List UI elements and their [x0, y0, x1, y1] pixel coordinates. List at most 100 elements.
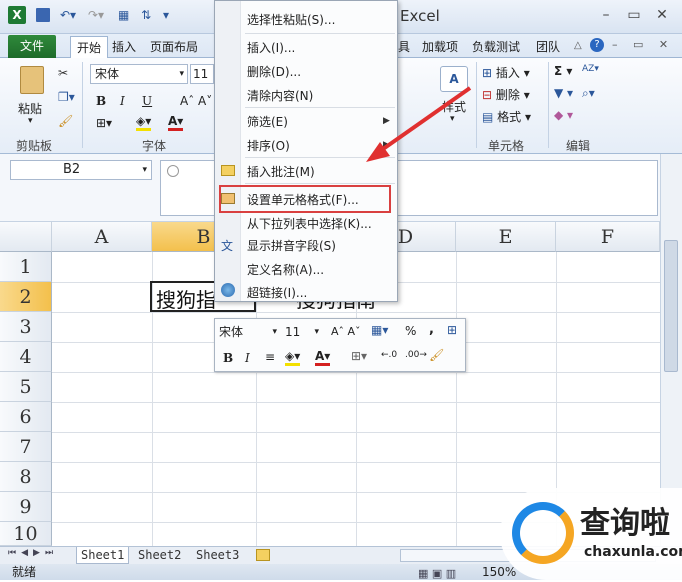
- mini-grow-font-icon[interactable]: Aˆ Aˇ: [331, 325, 361, 338]
- mini-border-icon[interactable]: ⊞▾: [351, 349, 367, 363]
- tab-team[interactable]: 团队: [530, 36, 566, 58]
- clear-icon[interactable]: ◆ ▾: [554, 108, 573, 122]
- menu-item-format-cells[interactable]: 设置单元格格式(F)...: [247, 191, 359, 208]
- close-button[interactable]: ✕: [648, 4, 676, 26]
- row-header[interactable]: 2: [0, 282, 52, 312]
- insert-sheet-icon[interactable]: [256, 549, 270, 561]
- menu-item-sort[interactable]: 排序(O): [247, 137, 290, 154]
- zoom-level[interactable]: 150%: [482, 564, 516, 580]
- autosum-icon: Σ: [554, 64, 563, 78]
- row-header[interactable]: 8: [0, 462, 52, 492]
- sheet-nav-icon[interactable]: ⏮◀▶⏭: [8, 548, 58, 558]
- select-all-corner[interactable]: [0, 222, 52, 252]
- column-header-f[interactable]: F: [556, 222, 660, 252]
- italic-button[interactable]: I: [120, 94, 125, 108]
- chevron-down-icon[interactable]: ▾: [142, 161, 147, 179]
- menu-item-filter[interactable]: 筛选(E): [247, 113, 288, 130]
- underline-button[interactable]: U: [142, 94, 152, 108]
- row-header[interactable]: 7: [0, 432, 52, 462]
- redo-icon[interactable]: ↷▾: [88, 8, 104, 22]
- excel-logo-icon[interactable]: X: [8, 6, 26, 24]
- menu-item-define-name[interactable]: 定义名称(A)...: [247, 261, 324, 278]
- menu-item-pick-from-list[interactable]: 从下拉列表中选择(K)...: [247, 215, 372, 232]
- grow-font-icon[interactable]: Aˆ A˅: [180, 94, 212, 108]
- cell-b2-text: 搜狗指南: [156, 288, 218, 312]
- row-header[interactable]: 9: [0, 492, 52, 522]
- qat-icons[interactable]: ▦ ⇅ ▾: [118, 8, 173, 22]
- delete-cells-label: 删除: [495, 88, 520, 102]
- ribbon-collapse-icon[interactable]: △: [574, 40, 582, 51]
- paste-dropdown-icon[interactable]: ▾: [28, 116, 33, 126]
- sheet-tab-2[interactable]: Sheet2: [138, 547, 181, 564]
- menu-item-show-phonetic[interactable]: 显示拼音字段(S): [247, 237, 336, 254]
- row-header[interactable]: 3: [0, 312, 52, 342]
- menu-item-paste-special[interactable]: 选择性粘贴(S)...: [247, 11, 335, 28]
- row-header[interactable]: 10: [0, 522, 52, 546]
- row-header[interactable]: 1: [0, 252, 52, 282]
- insert-cells-button[interactable]: ⊞ 插入 ▾: [482, 64, 530, 81]
- fill-icon[interactable]: ▼ ▾: [554, 86, 573, 100]
- mini-format-painter-icon[interactable]: 🖌: [429, 348, 444, 362]
- mini-percent-button[interactable]: %: [405, 324, 416, 338]
- menu-item-delete[interactable]: 删除(D)...: [247, 63, 301, 80]
- tab-page-layout[interactable]: 页面布局: [144, 36, 204, 58]
- find-icon[interactable]: ⌕▾: [582, 86, 595, 101]
- paste-icon[interactable]: [20, 66, 44, 94]
- minimize-button[interactable]: –: [592, 4, 620, 26]
- row-header[interactable]: 6: [0, 402, 52, 432]
- row-header[interactable]: 5: [0, 372, 52, 402]
- fill-color-icon[interactable]: ◈▾: [136, 114, 152, 131]
- tab-addins[interactable]: 加载项: [416, 36, 464, 58]
- chevron-down-icon[interactable]: ▾: [272, 323, 277, 341]
- chevron-down-icon[interactable]: ▾: [314, 323, 319, 341]
- sort-filter-button[interactable]: AZ▾: [582, 64, 599, 74]
- mini-comma-button[interactable]: ,: [429, 322, 434, 337]
- menu-item-hyperlink[interactable]: 超链接(I)...: [247, 284, 307, 301]
- format-cells-button[interactable]: ▤ 格式 ▾: [482, 108, 531, 125]
- paste-button[interactable]: 粘贴: [18, 100, 42, 117]
- mini-bold-button[interactable]: B: [223, 351, 233, 365]
- font-color-icon[interactable]: A▾: [168, 114, 184, 131]
- tab-insert[interactable]: 插入: [106, 36, 142, 58]
- column-header-a[interactable]: A: [52, 222, 152, 252]
- tab-home[interactable]: 开始: [70, 36, 109, 60]
- copy-icon[interactable]: ❐▾: [58, 90, 75, 104]
- mini-font-color-button[interactable]: A▾: [315, 349, 331, 366]
- mini-size-combo[interactable]: 11 ▾: [285, 323, 321, 341]
- mini-font-combo[interactable]: 宋体 ▾: [219, 323, 279, 341]
- undo-icon[interactable]: ↶▾: [60, 8, 76, 22]
- sheet-tab-1[interactable]: Sheet1: [76, 547, 130, 564]
- menu-item-clear-contents[interactable]: 清除内容(N): [247, 87, 313, 104]
- delete-cells-button[interactable]: ⊟ 删除 ▾: [482, 86, 530, 103]
- font-name-combo[interactable]: 宋体 ▾: [90, 64, 188, 84]
- name-box[interactable]: B2 ▾: [10, 160, 152, 180]
- mini-fill-color-icon[interactable]: ◈▾: [285, 349, 301, 366]
- mini-increase-decimal-icon[interactable]: ←.0: [381, 350, 397, 360]
- tab-load-test[interactable]: 负载测试: [466, 36, 526, 58]
- save-icon[interactable]: [36, 8, 50, 22]
- chevron-down-icon[interactable]: ▾: [179, 65, 184, 83]
- mini-italic-button[interactable]: I: [245, 351, 250, 365]
- border-icon[interactable]: ⊞▾: [96, 116, 112, 130]
- mini-number-format-icon[interactable]: ▦▾: [371, 323, 388, 337]
- mini-decrease-decimal-icon[interactable]: .00→: [405, 350, 427, 360]
- menu-item-insert-comment[interactable]: 插入批注(M): [247, 163, 315, 180]
- restore-button[interactable]: ▭: [620, 4, 648, 26]
- scroll-thumb[interactable]: [664, 240, 678, 372]
- menu-item-insert[interactable]: 插入(I)...: [247, 39, 295, 56]
- mini-align-center-icon[interactable]: ≡: [265, 350, 275, 364]
- help-icon[interactable]: ?: [590, 38, 604, 52]
- watermark-brand: 查询啦: [580, 506, 670, 541]
- sheet-tab-3[interactable]: Sheet3: [196, 547, 239, 564]
- format-painter-icon[interactable]: 🖌: [58, 114, 73, 128]
- column-header-e[interactable]: E: [456, 222, 556, 252]
- font-size-combo[interactable]: 11: [190, 64, 214, 84]
- doc-window-controls[interactable]: – ▭ ✕: [612, 38, 674, 51]
- autosum-button[interactable]: Σ ▾: [554, 64, 572, 78]
- group-separator: [548, 62, 549, 148]
- mini-merge-icon[interactable]: ⊞: [447, 323, 457, 337]
- cut-icon[interactable]: ✂: [58, 66, 68, 80]
- tab-file[interactable]: 文件: [8, 35, 57, 58]
- row-header[interactable]: 4: [0, 342, 52, 372]
- bold-button[interactable]: B: [96, 94, 106, 108]
